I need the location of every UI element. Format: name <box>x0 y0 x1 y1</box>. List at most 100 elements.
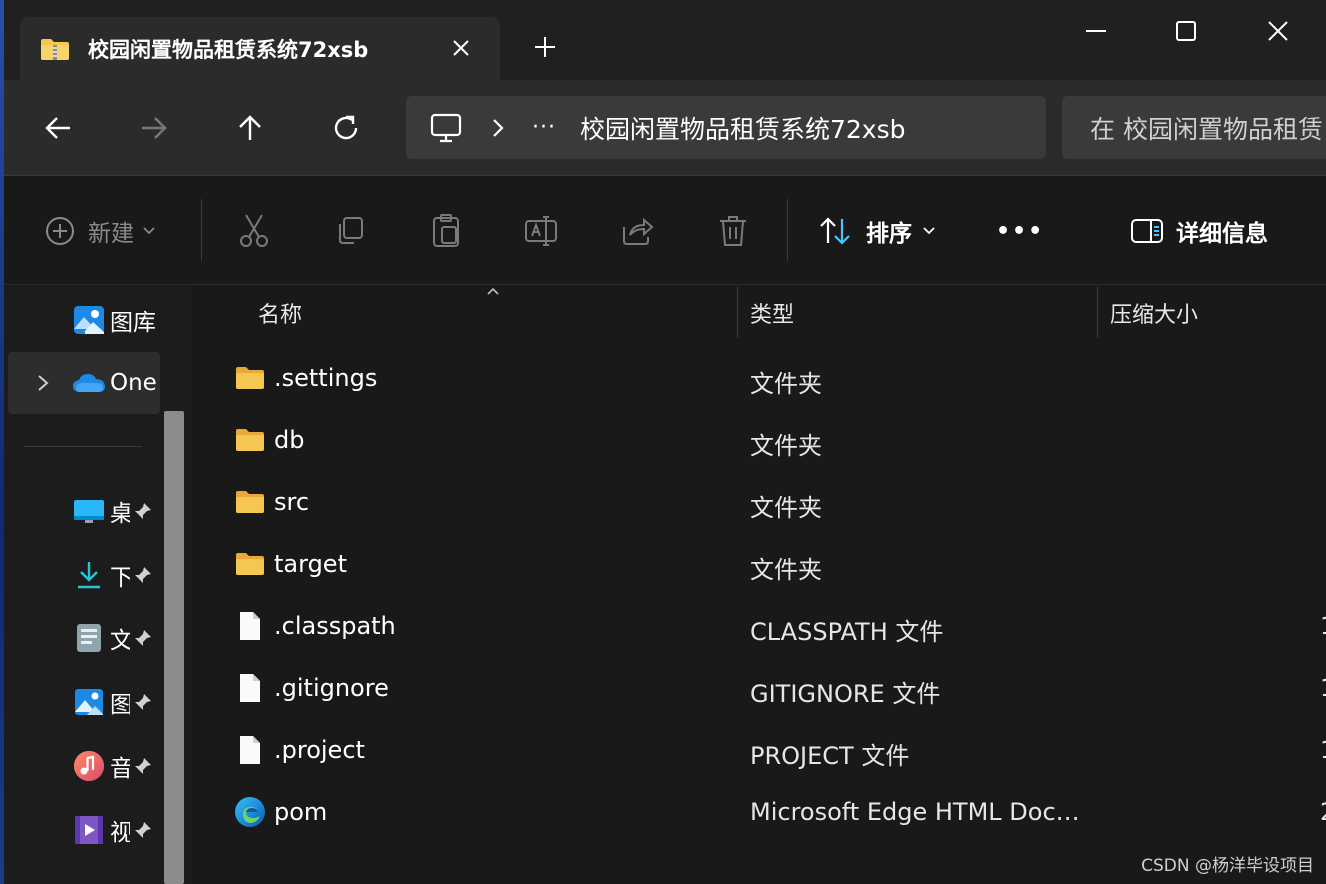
column-header-type[interactable]: 类型 <box>750 286 794 340</box>
divider <box>787 199 788 261</box>
pin-icon[interactable] <box>132 755 154 777</box>
sidebar-item-onedrive[interactable]: One <box>8 352 160 414</box>
plus-icon <box>535 37 555 57</box>
folder-icon <box>234 548 266 580</box>
close-tab-button[interactable] <box>448 35 474 61</box>
details-pane-button[interactable]: 详细信息 <box>1130 211 1268 251</box>
chevron-down-icon <box>143 227 155 235</box>
command-bar: 新建 排序 ••• 详细信息 <box>4 177 1326 285</box>
file-row[interactable]: db 文件夹 <box>194 410 1326 472</box>
column-divider[interactable] <box>1097 286 1098 338</box>
sidebar-item-pictures[interactable]: 图 <box>8 671 160 733</box>
column-divider[interactable] <box>737 286 738 338</box>
sidebar-item-videos[interactable]: 视 <box>8 799 160 861</box>
file-name: .settings <box>274 364 378 392</box>
file-size: 1 <box>1320 736 1326 764</box>
trash-icon <box>720 216 746 246</box>
sidebar-item-label: 图库 <box>110 310 156 336</box>
file-type: 文件夹 <box>750 432 822 460</box>
new-button[interactable]: 新建 <box>44 211 156 251</box>
file-name: src <box>274 488 310 516</box>
sidebar-item-downloads[interactable]: 下 <box>8 544 160 606</box>
search-box[interactable]: 在 校园闲置物品租赁 <box>1062 96 1326 159</box>
file-name: pom <box>274 798 328 826</box>
rename-button[interactable] <box>524 211 560 251</box>
sidebar-item-desktop[interactable]: 桌 <box>8 480 160 542</box>
breadcrumb-current-folder[interactable]: 校园闲置物品租赁系统72xsb <box>580 110 906 146</box>
navigation-pane: 图库 One 桌 下 文 图 音 视 <box>4 286 192 884</box>
documents-icon <box>72 623 106 653</box>
forward-button[interactable] <box>134 108 174 148</box>
sidebar-item-label: 桌 <box>110 501 130 527</box>
chevron-right-icon[interactable] <box>36 373 50 393</box>
maximize-button[interactable] <box>1166 14 1206 48</box>
file-size: 1 <box>1320 674 1326 702</box>
sidebar-divider <box>24 446 142 447</box>
folder-icon <box>234 486 266 518</box>
tab-current[interactable]: 校园闲置物品租赁系统72xsb <box>20 17 500 80</box>
cut-button[interactable] <box>238 211 270 251</box>
sidebar-item-music[interactable]: 音 <box>8 735 160 797</box>
file-name: target <box>274 550 347 578</box>
file-name: .classpath <box>274 612 396 640</box>
more-options-button[interactable]: ••• <box>996 211 1044 251</box>
file-row[interactable]: .gitignore GITIGNORE 文件 1 <box>194 658 1326 720</box>
minimize-button[interactable] <box>1076 14 1116 48</box>
zip-folder-icon <box>40 37 70 61</box>
chevron-right-icon[interactable] <box>488 118 508 138</box>
file-list: 名称 类型 压缩大小 .settings 文件夹 db 文件夹 src 文件夹 … <box>194 286 1326 884</box>
maximize-icon <box>1176 21 1196 41</box>
share-button[interactable] <box>620 211 654 251</box>
sort-label: 排序 <box>866 221 912 247</box>
sidebar-item-label: 下 <box>110 565 130 591</box>
plus-circle-icon <box>46 217 74 245</box>
file-row[interactable]: target 文件夹 <box>194 534 1326 596</box>
back-button[interactable] <box>38 108 78 148</box>
pin-icon[interactable] <box>132 819 154 841</box>
sidebar-item-gallery[interactable]: 图库 <box>8 289 160 351</box>
folder-icon <box>234 424 266 456</box>
copy-button[interactable] <box>334 211 366 251</box>
file-row[interactable]: .project PROJECT 文件 1 <box>194 720 1326 782</box>
sidebar-item-label: 文 <box>110 628 130 654</box>
copy-icon <box>339 217 363 244</box>
pin-icon[interactable] <box>132 564 154 586</box>
up-button[interactable] <box>230 108 270 148</box>
sidebar-item-label: 音 <box>110 756 130 782</box>
minimize-icon <box>1086 30 1106 32</box>
address-bar[interactable]: ··· 校园闲置物品租赁系统72xsb <box>406 96 1046 159</box>
pin-icon[interactable] <box>132 691 154 713</box>
share-icon <box>623 217 654 245</box>
onedrive-icon <box>72 368 106 398</box>
breadcrumb-more-button[interactable]: ··· <box>532 115 556 140</box>
desktop-icon <box>72 496 106 526</box>
delete-button[interactable] <box>718 211 748 251</box>
file-name: db <box>274 426 305 454</box>
pin-icon[interactable] <box>132 500 154 522</box>
file-row[interactable]: .classpath CLASSPATH 文件 1 <box>194 596 1326 658</box>
file-type: 文件夹 <box>750 556 822 584</box>
pin-icon[interactable] <box>132 627 154 649</box>
file-row[interactable]: src 文件夹 <box>194 472 1326 534</box>
column-header-name[interactable]: 名称 <box>258 286 302 340</box>
new-tab-button[interactable] <box>530 32 560 62</box>
arrow-up-icon <box>239 115 261 140</box>
paste-button[interactable] <box>430 211 462 251</box>
chevron-down-icon <box>923 227 935 235</box>
watermark: CSDN @杨洋毕设项目 <box>1141 856 1314 876</box>
clipboard-icon <box>433 214 459 247</box>
new-label: 新建 <box>88 221 134 247</box>
sort-icon <box>820 217 850 245</box>
column-header-compressed-size[interactable]: 压缩大小 <box>1110 286 1198 340</box>
sidebar-scrollbar[interactable] <box>164 411 184 884</box>
file-size: 1 <box>1320 612 1326 640</box>
gallery-icon <box>72 305 106 335</box>
sidebar-item-documents[interactable]: 文 <box>8 607 160 669</box>
file-type: PROJECT 文件 <box>750 742 910 770</box>
refresh-button[interactable] <box>326 108 366 148</box>
sort-button[interactable]: 排序 <box>818 211 936 251</box>
file-row[interactable]: .settings 文件夹 <box>194 348 1326 410</box>
close-window-button[interactable] <box>1258 14 1298 48</box>
navigation-bar: ··· 校园闲置物品租赁系统72xsb 在 校园闲置物品租赁 <box>4 80 1326 176</box>
file-row[interactable]: pom Microsoft Edge HTML Docu... 2 <box>194 782 1326 844</box>
